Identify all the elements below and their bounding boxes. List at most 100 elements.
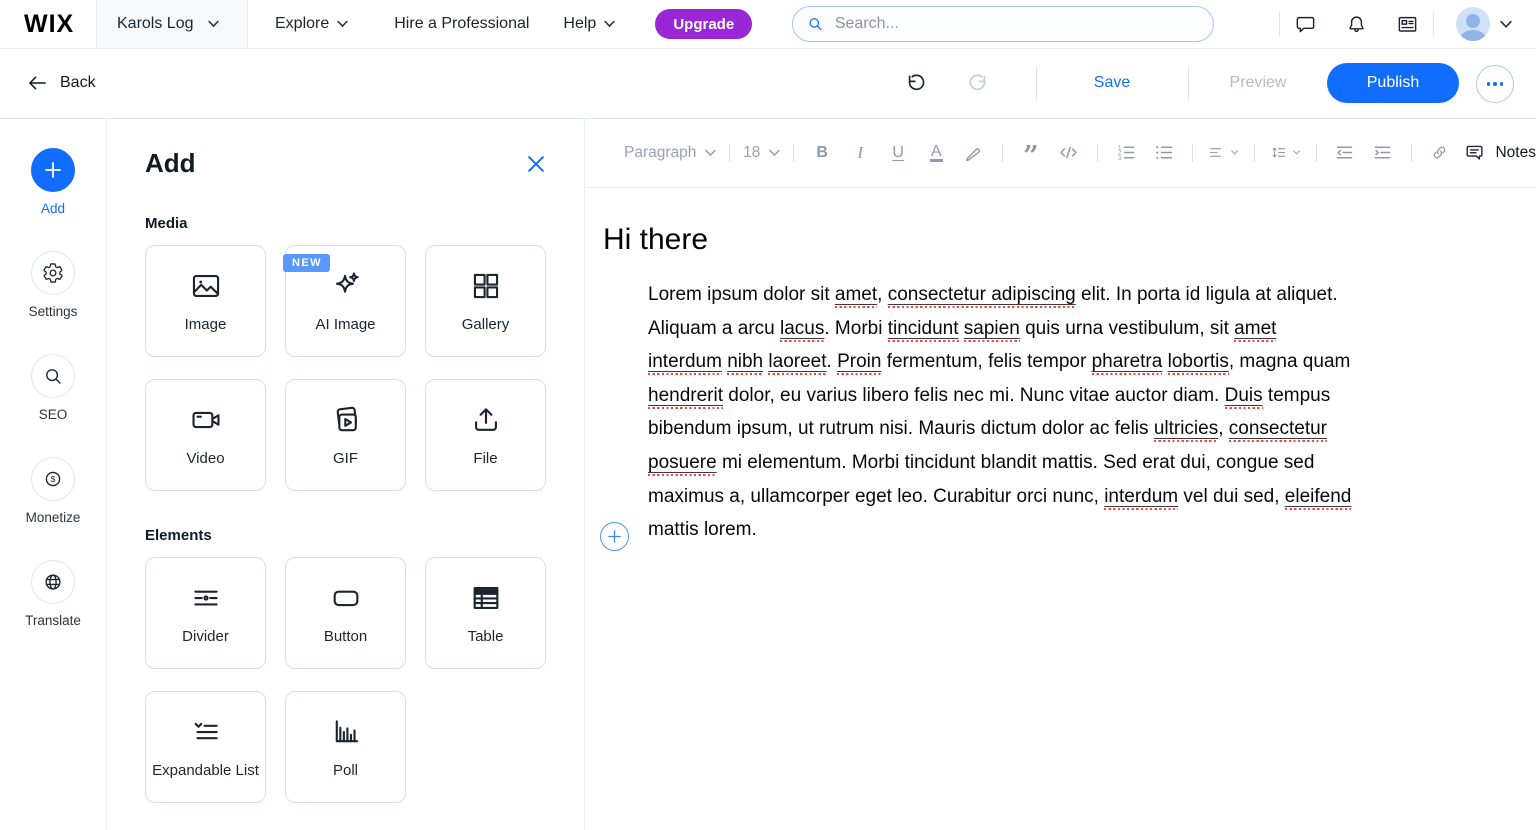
quote-icon: ” <box>1023 152 1039 162</box>
editor-action-bar: Back Save Preview Publish <box>0 48 1536 119</box>
misspelled-word: ultricies <box>1154 418 1218 442</box>
sidebar-item-seo[interactable]: SEO <box>31 354 75 422</box>
divider <box>729 144 730 162</box>
undo-button[interactable] <box>905 72 927 94</box>
add-ai-image-card[interactable]: NEW AI Image <box>285 245 406 357</box>
outdent-button[interactable] <box>1333 142 1357 163</box>
misspelled-word: laoreet <box>768 351 826 375</box>
text-line: maximus a, ullamcorper eget leo. Curabit… <box>648 480 1536 514</box>
add-poll-card[interactable]: Poll <box>285 691 406 803</box>
outdent-icon <box>1334 142 1355 163</box>
top-bar: WIX Karols Log Explore Hire a Profession… <box>0 0 1536 49</box>
sidebar-item-settings[interactable]: Settings <box>29 251 78 319</box>
sidebar-item-translate[interactable]: Translate <box>25 560 81 628</box>
add-file-card[interactable]: File <box>425 379 546 491</box>
upgrade-button[interactable]: Upgrade <box>655 9 752 39</box>
svg-text:$: $ <box>51 474 56 484</box>
divider <box>1188 66 1189 100</box>
add-image-card[interactable]: Image <box>145 245 266 357</box>
divider <box>1036 66 1037 100</box>
code-button[interactable] <box>1057 142 1081 163</box>
misspelled-word: lobortis <box>1168 351 1229 375</box>
link-icon <box>1430 143 1449 162</box>
chevron-down-icon <box>604 20 615 28</box>
chat-button[interactable] <box>1294 13 1317 36</box>
ordered-list-button[interactable]: 123 <box>1114 142 1138 163</box>
search-icon <box>42 365 64 387</box>
text-line: posuere mi elementum. Morbi tincidunt bl… <box>648 446 1536 480</box>
card-label: AI Image <box>315 316 375 333</box>
bullet-list-button[interactable] <box>1152 142 1176 163</box>
news-card-icon <box>1396 13 1419 36</box>
save-button[interactable]: Save <box>1078 48 1146 118</box>
paragraph-style-dropdown[interactable]: Paragraph <box>624 144 716 162</box>
divider <box>1192 144 1193 162</box>
divider <box>1097 144 1098 162</box>
account-menu-button[interactable] <box>1500 20 1512 29</box>
text-line: mattis lorem. <box>648 513 1536 547</box>
add-divider-card[interactable]: Divider <box>145 557 266 669</box>
highlight-button[interactable] <box>962 143 986 163</box>
bold-button[interactable]: B <box>810 144 834 162</box>
new-badge: NEW <box>283 254 330 272</box>
italic-button[interactable]: I <box>848 143 872 163</box>
ai-sparkle-icon <box>329 269 363 303</box>
nav-explore[interactable]: Explore <box>275 15 348 33</box>
close-panel-button[interactable] <box>526 154 546 174</box>
site-menu[interactable]: Karols Log <box>96 0 248 48</box>
more-options-button[interactable] <box>1476 65 1514 103</box>
add-table-card[interactable]: Table <box>425 557 546 669</box>
notes-icon <box>1464 142 1486 164</box>
gear-icon <box>42 262 64 284</box>
back-button[interactable]: Back <box>28 48 96 118</box>
underline-button[interactable]: U <box>886 144 910 162</box>
section-label-media: Media <box>145 215 546 232</box>
preview-button[interactable]: Preview <box>1218 48 1298 118</box>
publish-button[interactable]: Publish <box>1327 63 1459 103</box>
nav-hire-a-professional[interactable]: Hire a Professional <box>394 15 529 33</box>
link-button[interactable] <box>1427 143 1451 162</box>
divider-icon <box>189 581 223 615</box>
svg-text:3: 3 <box>1118 156 1122 162</box>
sidebar-item-label: Settings <box>29 304 78 319</box>
sidebar-item-monetize[interactable]: $ Monetize <box>26 457 81 525</box>
add-gallery-card[interactable]: Gallery <box>425 245 546 357</box>
highlighter-icon <box>964 143 984 163</box>
add-expandable-list-card[interactable]: Expandable List <box>145 691 266 803</box>
misspelled-word: Duis <box>1225 385 1263 409</box>
add-gif-card[interactable]: GIF <box>285 379 406 491</box>
text-line: interdum nibh laoreet. Proin fermentum, … <box>648 345 1536 379</box>
close-icon <box>528 156 544 172</box>
redo-button[interactable] <box>967 72 989 94</box>
nav-help[interactable]: Help <box>563 15 615 33</box>
add-video-card[interactable]: Video <box>145 379 266 491</box>
card-label: File <box>473 450 497 467</box>
undo-icon <box>905 72 927 94</box>
align-icon <box>1208 142 1223 163</box>
news-button[interactable] <box>1396 13 1419 36</box>
notes-button[interactable]: Notes <box>1464 142 1536 164</box>
misspelled-word: pharetra <box>1092 351 1163 375</box>
font-size-dropdown[interactable]: 18 <box>743 144 780 162</box>
text-color-icon: A <box>930 144 943 162</box>
align-dropdown[interactable] <box>1208 142 1237 163</box>
plus-icon <box>43 160 63 180</box>
avatar[interactable] <box>1456 7 1490 41</box>
card-label: Divider <box>182 628 229 645</box>
quote-button[interactable]: ” <box>1019 148 1043 158</box>
poll-chart-icon <box>329 715 363 749</box>
sidebar-item-add[interactable]: Add <box>31 148 75 216</box>
search-input[interactable] <box>833 14 1199 34</box>
line-spacing-dropdown[interactable] <box>1271 142 1300 163</box>
misspelled-word: eleifend <box>1285 486 1352 510</box>
text-color-button[interactable]: A <box>924 144 948 162</box>
post-body[interactable]: Lorem ipsum dolor sit amet, consectetur … <box>648 278 1536 547</box>
search-bar[interactable] <box>792 6 1214 42</box>
card-label: Poll <box>333 762 358 779</box>
post-title[interactable]: Hi there <box>603 223 1536 257</box>
notifications-button[interactable] <box>1345 13 1368 36</box>
add-button-card[interactable]: Button <box>285 557 406 669</box>
add-block-button[interactable] <box>600 522 629 551</box>
indent-button[interactable] <box>1371 142 1395 163</box>
search-icon <box>807 15 824 33</box>
